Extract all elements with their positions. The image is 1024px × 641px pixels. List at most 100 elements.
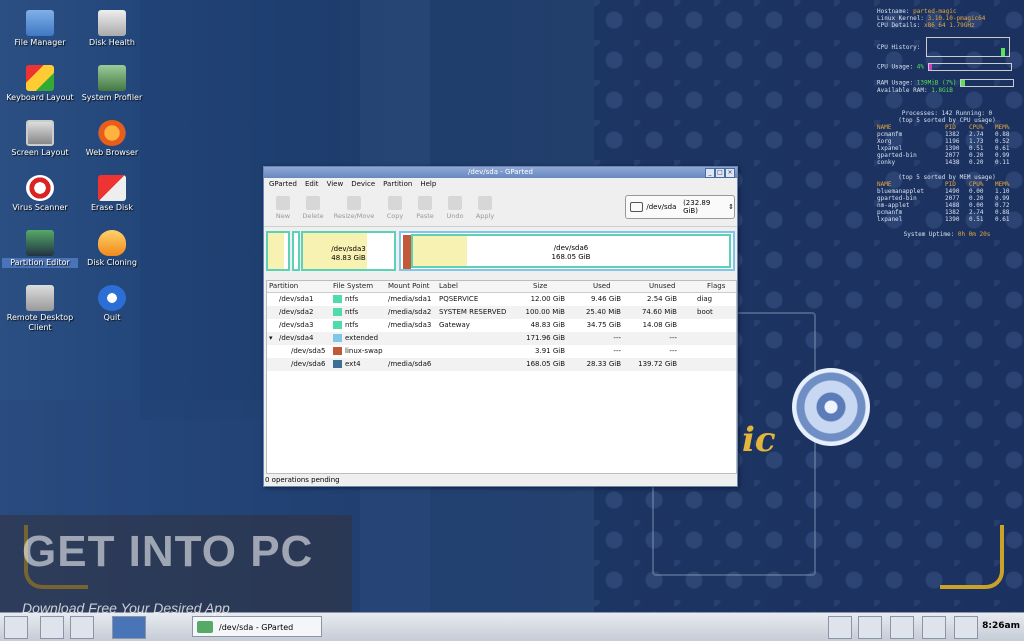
- diskmap-sda2[interactable]: [292, 231, 300, 271]
- cell-label: Gateway: [439, 321, 470, 329]
- menu-view[interactable]: View: [327, 180, 344, 188]
- workspace-icon[interactable]: [112, 616, 146, 639]
- device-selector[interactable]: /dev/sda (232.89 GiB) ⇕: [625, 195, 735, 219]
- diskmap-sda6[interactable]: /dev/sda6 168.05 GiB: [411, 234, 731, 268]
- table-row[interactable]: /dev/sda5 linux-swap 3.91 GiB --- ---: [267, 345, 736, 358]
- table-row[interactable]: /dev/sda1 ntfs/media/sda1 PQSERVICE 12.00 G…: [267, 293, 736, 306]
- col-size[interactable]: Size: [533, 281, 547, 292]
- watermark-title: GET INTO PC: [22, 527, 314, 576]
- copy-button[interactable]: Copy: [380, 196, 410, 220]
- cpu-history-graph: [926, 37, 1011, 57]
- cell-fs: ntfs: [333, 306, 358, 319]
- cell-label: PQSERVICE: [439, 295, 479, 303]
- col-used[interactable]: Used: [593, 281, 611, 292]
- table-row[interactable]: /dev/sda3 ntfs/media/sda3 Gateway 48.83 GiB…: [267, 319, 736, 332]
- col-mountpoint[interactable]: Mount Point: [388, 281, 430, 292]
- col-flags[interactable]: Flags: [707, 281, 725, 292]
- cell-used: 9.46 GiB: [591, 295, 621, 303]
- harddisk-icon: [630, 202, 644, 212]
- gparted-window[interactable]: /dev/sda - GParted _ □ × GParted Edit Vi…: [263, 166, 738, 487]
- cell-unused: ---: [669, 334, 677, 342]
- col-unused[interactable]: Unused: [649, 281, 675, 292]
- clipboard-icon[interactable]: [828, 616, 852, 639]
- cell-size: 48.83 GiB: [530, 321, 565, 329]
- close-button[interactable]: ×: [725, 168, 735, 178]
- desktop-icon-web-browser[interactable]: Web Browser: [74, 120, 150, 158]
- magic-disc-logo: [792, 368, 870, 446]
- clock: 8:26am: [982, 621, 1020, 631]
- start-menu-icon[interactable]: [4, 616, 28, 639]
- col-label[interactable]: Label: [439, 281, 458, 292]
- network-icon[interactable]: [858, 616, 882, 639]
- desktop-icon-remote-desktop[interactable]: Remote Desktop Client: [2, 285, 78, 333]
- logo-text: ic: [742, 420, 776, 460]
- delete-button[interactable]: Delete: [298, 196, 328, 220]
- menu-gparted[interactable]: GParted: [269, 180, 297, 188]
- menu-edit[interactable]: Edit: [305, 180, 319, 188]
- desktop-icon-screen-layout[interactable]: Screen Layout: [2, 120, 78, 158]
- taskbar-item-gparted[interactable]: /dev/sda - GParted: [192, 616, 322, 637]
- paste-button[interactable]: Paste: [410, 196, 440, 220]
- volume-icon[interactable]: [922, 616, 946, 639]
- cell-size: 168.05 GiB: [526, 360, 565, 368]
- lock-icon[interactable]: [954, 616, 978, 639]
- fs-color-swatch: [333, 308, 342, 316]
- menu-device[interactable]: Device: [351, 180, 375, 188]
- resize-move-button[interactable]: Resize/Move: [328, 196, 380, 220]
- printer-icon[interactable]: [890, 616, 914, 639]
- expander-icon[interactable]: ▾: [269, 332, 273, 345]
- fs-color-swatch: [333, 321, 342, 329]
- table-header: Partition File System Mount Point Label …: [267, 281, 736, 293]
- desktop-icon-partition-editor[interactable]: Partition Editor: [2, 230, 78, 268]
- desktop-icon-quit[interactable]: Quit: [74, 285, 150, 323]
- ram-usage-bar: [960, 79, 1015, 87]
- diskmap-sda1[interactable]: [266, 231, 290, 271]
- fs-label: ext4: [345, 360, 361, 368]
- firefox-icon: [98, 120, 126, 146]
- col-partition[interactable]: Partition: [269, 281, 298, 292]
- table-row[interactable]: ▾ /dev/sda4 extended 171.96 GiB --- ---: [267, 332, 736, 345]
- cell-flags: boot: [697, 308, 713, 316]
- cell-mount: /media/sda6: [388, 360, 432, 368]
- diskmap-sda5[interactable]: [403, 235, 411, 269]
- desktop-icon-virus-scanner[interactable]: Virus Scanner: [2, 175, 78, 213]
- menu-help[interactable]: Help: [420, 180, 436, 188]
- undo-button[interactable]: Undo: [440, 196, 470, 220]
- apply-button[interactable]: Apply: [470, 196, 500, 220]
- desktop: ic File Manager Disk Health Keyboard Lay…: [0, 0, 1024, 612]
- delete-icon: [306, 196, 320, 210]
- menu-partition[interactable]: Partition: [383, 180, 412, 188]
- maximize-button[interactable]: □: [715, 168, 725, 178]
- desktop-icon-system-profiler[interactable]: System Profiler: [74, 65, 150, 103]
- menubar: GParted Edit View Device Partition Help: [264, 178, 737, 190]
- chevron-updown-icon: ⇕: [728, 203, 734, 211]
- table-row[interactable]: /dev/sda2 ntfs/media/sda2 SYSTEM RESERVED 1…: [267, 306, 736, 319]
- cell-fs: linux-swap: [333, 345, 383, 358]
- cpu-top-row: pcmanfm 1382 2.74 0.88: [877, 131, 1010, 138]
- window-titlebar[interactable]: /dev/sda - GParted _ □ ×: [264, 167, 737, 178]
- terminal-icon[interactable]: [70, 616, 94, 639]
- desktop-icon-file-manager[interactable]: File Manager: [2, 10, 78, 48]
- cell-used: 34.75 GiB: [586, 321, 621, 329]
- minimize-button[interactable]: _: [705, 168, 715, 178]
- desktop-icon-disk-health[interactable]: Disk Health: [74, 10, 150, 48]
- cell-mount: /media/sda2: [388, 308, 432, 316]
- desktop-icon-erase-disk[interactable]: Erase Disk: [74, 175, 150, 213]
- paste-icon: [418, 196, 432, 210]
- show-desktop-icon[interactable]: [40, 616, 64, 639]
- table-row[interactable]: /dev/sda6 ext4/media/sda6 168.05 GiB 28.33 …: [267, 358, 736, 371]
- diskmap-sda4-extended[interactable]: /dev/sda6 168.05 GiB: [399, 231, 735, 271]
- col-filesystem[interactable]: File System: [333, 281, 373, 292]
- cpu-top-row: conky 1438 0.20 0.11: [877, 159, 1010, 166]
- new-icon: [276, 196, 290, 210]
- cell-partition: /dev/sda1: [279, 295, 314, 303]
- desktop-icon-disk-cloning[interactable]: Disk Cloning: [74, 230, 150, 268]
- diskmap-sda3[interactable]: /dev/sda3 48.83 GiB: [301, 231, 396, 271]
- cell-used: ---: [613, 347, 621, 355]
- new-button[interactable]: New: [268, 196, 298, 220]
- cell-partition: /dev/sda3: [279, 321, 314, 329]
- cell-used: 28.33 GiB: [586, 360, 621, 368]
- fs-color-swatch: [333, 295, 342, 303]
- cell-unused: ---: [669, 347, 677, 355]
- desktop-icon-keyboard-layout[interactable]: Keyboard Layout: [2, 65, 78, 103]
